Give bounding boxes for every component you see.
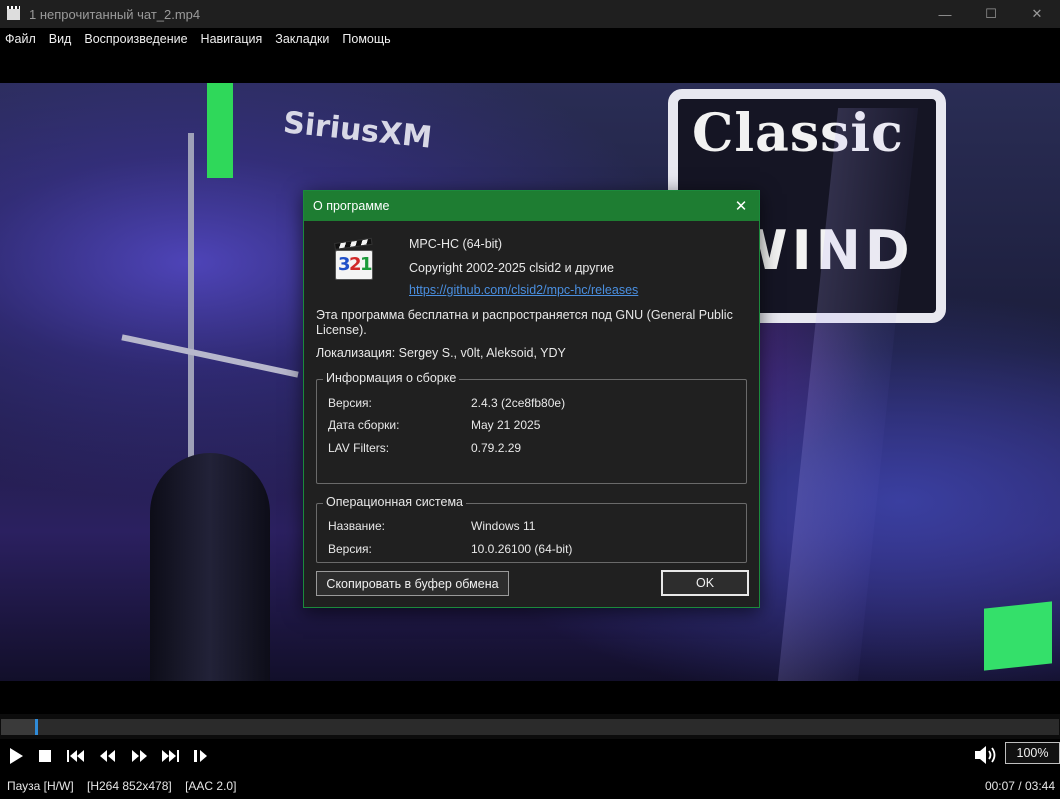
stop-icon[interactable] — [33, 744, 57, 768]
seek-thumb[interactable] — [35, 719, 38, 735]
os-info-legend: Операционная система — [323, 495, 467, 509]
copyright-text: Copyright 2002-2025 clsid2 и другие — [409, 261, 614, 275]
rewind-icon[interactable] — [96, 744, 120, 768]
os-name-value: Windows 11 — [471, 519, 536, 533]
video-sirius-text: SiriusXM — [281, 105, 434, 156]
build-info-legend: Информация о сборке — [323, 371, 460, 385]
video-green-light — [207, 83, 233, 178]
clapperboard-icon — [6, 6, 22, 22]
releases-link[interactable]: https://github.com/clsid2/mpc-hc/release… — [409, 283, 638, 297]
status-text: Пауза [H/W] [H264 852x478] [AAC 2.0] — [7, 779, 237, 793]
time-display: 00:07 / 03:44 — [984, 779, 1055, 793]
app-name: MPC-HC (64-bit) — [409, 237, 503, 251]
os-info-group: Операционная система Название: Windows 1… — [316, 495, 747, 563]
video-bass-drum — [150, 453, 270, 681]
window-title: 1 непрочитанный чат_2.mp4 — [29, 6, 201, 22]
build-date-label: Дата сборки: — [328, 418, 400, 432]
frame-step-icon[interactable] — [189, 744, 213, 768]
play-icon[interactable] — [4, 744, 28, 768]
status-bar: Пауза [H/W] [H264 852x478] [AAC 2.0] 00:… — [0, 772, 1060, 799]
build-version-label: Версия: — [328, 396, 372, 410]
menu-bar: Файл Вид Воспроизведение Навигация Закла… — [0, 28, 1060, 49]
build-info-group: Информация о сборке Версия: 2.4.3 (2ce8f… — [316, 371, 747, 484]
dialog-title-bar: О программе ✕ — [304, 191, 759, 221]
video-cymbal — [121, 334, 299, 378]
title-bar: 1 непрочитанный чат_2.mp4 — ☐ ✕ — [0, 0, 1060, 28]
menu-help[interactable]: Помощь — [342, 32, 390, 46]
menu-view[interactable]: Вид — [49, 32, 72, 46]
menu-favorites[interactable]: Закладки — [275, 32, 329, 46]
menu-play[interactable]: Воспроизведение — [84, 32, 187, 46]
seek-bar[interactable] — [1, 719, 1059, 735]
mpc-logo-icon: 3 2 1 — [332, 237, 376, 285]
os-version-value: 10.0.26100 (64-bit) — [471, 542, 573, 556]
os-version-label: Версия: — [328, 542, 372, 556]
lav-filters-value: 0.79.2.29 — [471, 441, 522, 455]
volume-level[interactable]: 100% — [1005, 742, 1060, 764]
menu-navigate[interactable]: Навигация — [201, 32, 263, 46]
os-name-label: Название: — [328, 519, 385, 533]
minimize-button[interactable]: — — [922, 0, 968, 28]
about-dialog: О программе ✕ 3 2 1 MPC-HC (64-bit) Copy… — [303, 190, 760, 608]
playback-controls: 100% — [0, 739, 1060, 772]
volume-icon[interactable] — [973, 743, 999, 767]
build-date-value: May 21 2025 — [471, 418, 541, 432]
menu-file[interactable]: Файл — [5, 32, 36, 46]
license-text: Эта программа бесплатна и распространяет… — [316, 308, 733, 337]
dialog-title: О программе — [313, 199, 390, 213]
previous-icon[interactable] — [64, 744, 88, 768]
lav-filters-label: LAV Filters: — [328, 441, 390, 455]
seek-progress — [1, 719, 35, 735]
close-button[interactable]: ✕ — [1014, 0, 1060, 28]
fast-forward-icon[interactable] — [127, 744, 151, 768]
seek-bar-area — [0, 714, 1060, 739]
localization-text: Локализация: Sergey S., v0lt, Aleksoid, … — [316, 346, 566, 360]
video-green-box — [984, 601, 1052, 671]
copy-to-clipboard-button[interactable]: Скопировать в буфер обмена — [316, 571, 509, 596]
build-version-value: 2.4.3 (2ce8fb80e) — [471, 396, 566, 410]
next-icon[interactable] — [158, 744, 182, 768]
maximize-button[interactable]: ☐ — [968, 0, 1014, 28]
dialog-close-icon[interactable]: ✕ — [731, 196, 751, 216]
ok-button[interactable]: OK — [661, 570, 749, 596]
